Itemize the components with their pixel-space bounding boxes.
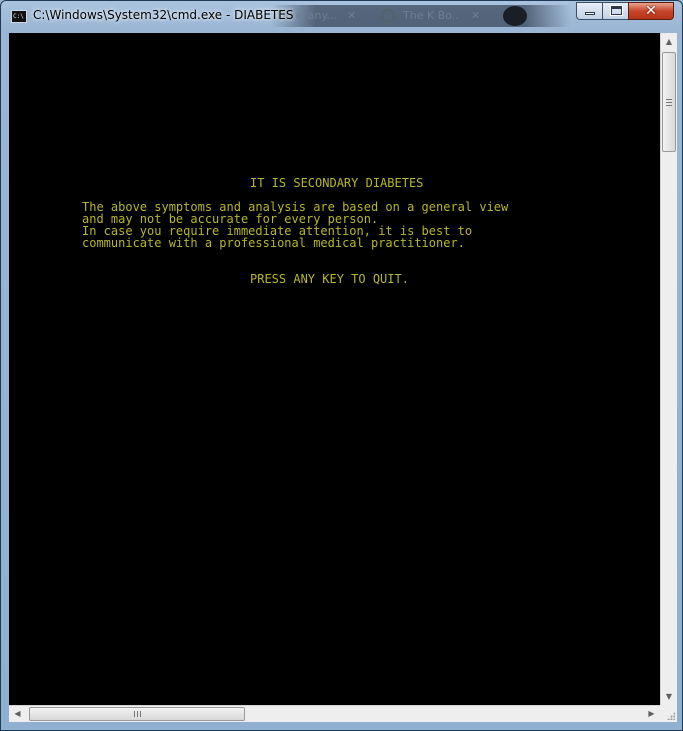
vertical-scrollbar[interactable]: ▲ ▼: [660, 33, 677, 705]
minimize-icon: [585, 12, 595, 15]
close-icon: ✕: [471, 9, 481, 22]
scroll-down-button[interactable]: ▼: [661, 688, 677, 705]
maximize-button[interactable]: [602, 2, 629, 20]
close-icon: ✕: [645, 3, 657, 19]
horizontal-scroll-thumb[interactable]: [29, 707, 245, 721]
scroll-up-button[interactable]: ▲: [661, 33, 677, 50]
minimize-button[interactable]: [576, 2, 603, 20]
console-window: Diaw any... ✕ The K Bo... ✕ C:\ C:\Windo…: [0, 0, 683, 731]
maximize-icon: [610, 5, 623, 16]
window-title: C:\Windows\System32\cmd.exe - DIABETES: [33, 8, 294, 22]
grip-icon: [134, 711, 141, 717]
grip-icon: [666, 99, 672, 106]
title-bar[interactable]: Diaw any... ✕ The K Bo... ✕ C:\ C:\Windo…: [1, 1, 682, 31]
close-icon: ✕: [347, 9, 357, 22]
vertical-scroll-thumb[interactable]: [662, 52, 676, 152]
close-button[interactable]: ✕: [628, 2, 674, 20]
background-tab: The K Bo...: [403, 9, 458, 22]
console-output[interactable]: IT IS SECONDARY DIABETES The above sympt…: [9, 33, 660, 705]
console-line: communicate with a professional medical …: [82, 236, 465, 250]
scroll-right-button[interactable]: ▶: [643, 706, 660, 722]
background-taskbar-preview: Diaw any... ✕ The K Bo... ✕: [271, 5, 571, 27]
cmd-icon[interactable]: C:\: [11, 10, 27, 23]
result-heading: IT IS SECONDARY DIABETES: [250, 176, 424, 190]
app-circle-icon: [381, 9, 395, 23]
app-dark-icon: [503, 6, 527, 26]
scroll-left-button[interactable]: ◀: [9, 706, 26, 722]
resize-grip[interactable]: [660, 705, 677, 722]
quit-prompt: PRESS ANY KEY TO QUIT.: [250, 272, 409, 286]
horizontal-scrollbar[interactable]: ◀ ▶: [9, 705, 660, 722]
